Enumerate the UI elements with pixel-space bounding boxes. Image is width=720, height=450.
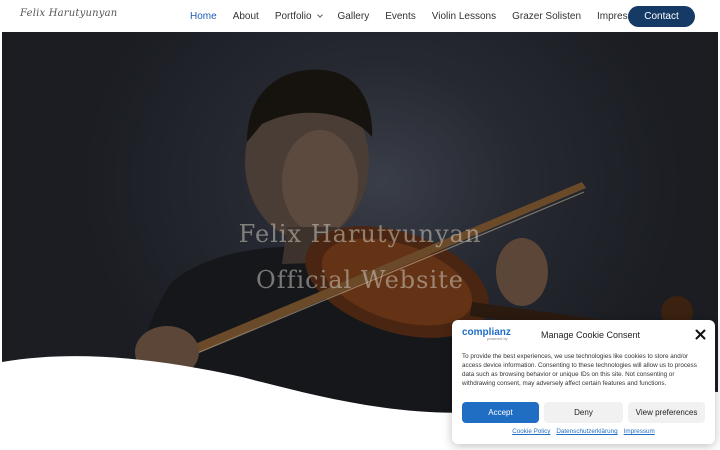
complianz-powered-by: powered by	[487, 336, 508, 341]
site-logo[interactable]: Felix Harutyunyan	[20, 8, 117, 19]
consent-description: To provide the best experiences, we use …	[462, 353, 697, 387]
close-icon[interactable]	[695, 329, 706, 340]
accept-button[interactable]: Accept	[462, 402, 539, 423]
view-preferences-button[interactable]: View preferences	[628, 402, 705, 423]
contact-button[interactable]: Contact	[628, 6, 695, 27]
nav-item-about[interactable]: About	[233, 11, 259, 22]
impressum-link[interactable]: Impressum	[624, 428, 655, 435]
cookie-consent-banner: complianz powered by Manage Cookie Conse…	[452, 320, 715, 444]
consent-title: Manage Cookie Consent	[541, 330, 641, 340]
privacy-statement-link[interactable]: Datenschutzerklärung	[556, 428, 617, 435]
chevron-down-icon	[316, 11, 323, 18]
nav-item-gallery[interactable]: Gallery	[338, 11, 370, 22]
cookie-policy-link[interactable]: Cookie Policy	[512, 428, 550, 435]
nav-item-violin-lessons[interactable]: Violin Lessons	[432, 11, 496, 22]
nav-item-home[interactable]: Home	[190, 11, 217, 22]
site-header: Felix Harutyunyan Home About Portfolio G…	[0, 0, 720, 32]
main-nav: Home About Portfolio Gallery Events Viol…	[190, 0, 672, 32]
nav-item-grazer-solisten[interactable]: Grazer Solisten	[512, 11, 581, 22]
nav-item-portfolio[interactable]: Portfolio	[275, 11, 323, 22]
deny-button[interactable]: Deny	[544, 402, 623, 423]
consent-links: Cookie Policy Datenschutzerklärung Impre…	[452, 428, 715, 435]
nav-item-events[interactable]: Events	[385, 11, 416, 22]
